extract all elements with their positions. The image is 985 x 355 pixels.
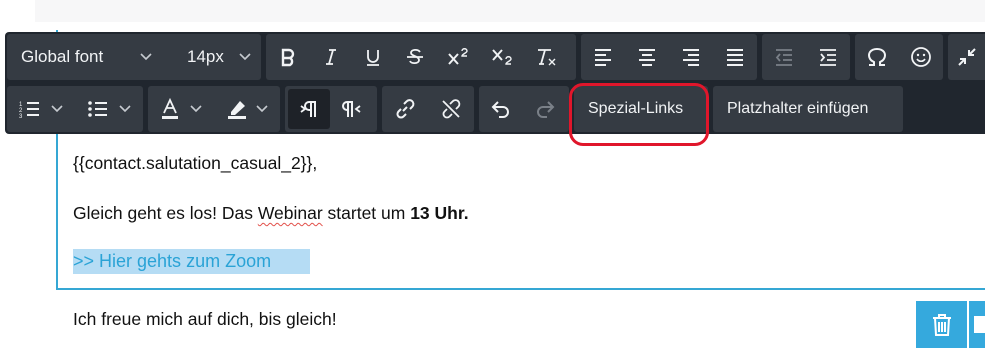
- ordered-list-button[interactable]: 123: [7, 86, 75, 132]
- start-time: 13 Uhr.: [410, 203, 469, 223]
- align-justify-button[interactable]: [713, 34, 757, 80]
- link-icon: [396, 99, 415, 119]
- subscript-icon: [492, 49, 512, 65]
- underline-icon: [367, 50, 379, 66]
- align-right-button[interactable]: [669, 34, 713, 80]
- closing-line: Ich freue mich auf dich, bis gleich!: [73, 309, 337, 329]
- indent-icon: [820, 49, 836, 66]
- collapse-button[interactable]: [948, 34, 985, 80]
- redo-icon: [537, 101, 555, 118]
- remove-link-button[interactable]: [428, 86, 474, 132]
- special-char-button[interactable]: [855, 34, 899, 80]
- align-center-icon: [639, 49, 655, 66]
- align-center-button[interactable]: [625, 34, 669, 80]
- ltr-button[interactable]: [288, 89, 330, 129]
- bullet-list-button[interactable]: [75, 86, 143, 132]
- delete-block-button[interactable]: [916, 301, 967, 348]
- clear-format-icon: [538, 49, 556, 66]
- superscript-icon: [448, 48, 468, 65]
- direction-group: [285, 86, 377, 132]
- align-right-icon: [683, 49, 699, 66]
- rtl-button[interactable]: [330, 86, 374, 132]
- text-color-button[interactable]: [148, 86, 214, 132]
- chevron-down-icon: [256, 104, 268, 114]
- insert-placeholder-button[interactable]: Platzhalter einfügen: [713, 86, 882, 132]
- editor-toolbar: Global font 14px 1 2 3 Spezial-Links Pla…: [5, 32, 985, 134]
- salutation-line: {{contact.salutation_casual_2}},: [73, 153, 318, 173]
- highlighter-icon: [228, 101, 246, 119]
- strikethrough-icon: [407, 48, 423, 65]
- font-size-select[interactable]: 14px: [167, 34, 259, 80]
- bold-button[interactable]: [266, 34, 310, 80]
- zoom-link[interactable]: >> Hier gehts zum Zoom: [73, 249, 310, 274]
- emoji-button[interactable]: [899, 34, 943, 80]
- superscript-button[interactable]: [436, 34, 480, 80]
- collapse-icon: [957, 48, 976, 66]
- list-group: 123: [7, 86, 143, 132]
- strikethrough-button[interactable]: [394, 34, 436, 80]
- subscript-button[interactable]: [480, 34, 524, 80]
- chevron-down-icon: [139, 52, 153, 62]
- placeholder-group: Platzhalter einfügen: [713, 86, 903, 132]
- insert-link-button[interactable]: [382, 86, 428, 132]
- undo-icon: [491, 101, 509, 118]
- highlight-annotation: [569, 83, 709, 146]
- font-family-value: Global font: [21, 47, 104, 66]
- clear-format-button[interactable]: [524, 34, 568, 80]
- history-group: [479, 86, 569, 132]
- align-justify-icon: [727, 49, 743, 66]
- align-left-button[interactable]: [581, 34, 625, 80]
- bullet-list-icon: [88, 101, 107, 117]
- unlink-icon: [442, 99, 461, 119]
- ordered-list-icon: 123: [19, 102, 39, 118]
- omega-icon: [868, 48, 886, 66]
- underline-button[interactable]: [352, 34, 394, 80]
- block-action-button[interactable]: [969, 301, 985, 348]
- color-group: [148, 86, 280, 132]
- insert-group: [855, 34, 943, 80]
- indent-group: [762, 34, 850, 80]
- outdent-button[interactable]: [762, 34, 806, 80]
- outdent-icon: [775, 49, 792, 66]
- highlight-color-button[interactable]: [214, 86, 280, 132]
- chevron-down-icon: [190, 104, 202, 114]
- fullscreen-group: [948, 34, 985, 80]
- redo-button[interactable]: [523, 86, 567, 132]
- paragraph-ltr-icon: [300, 101, 316, 117]
- align-left-icon: [595, 49, 611, 66]
- text-color-icon: [162, 98, 178, 119]
- chevron-down-icon: [51, 104, 63, 114]
- indent-button[interactable]: [806, 34, 850, 80]
- align-group: [581, 34, 757, 80]
- paragraph-rtl-icon: [342, 101, 361, 117]
- line-middle: startet um: [322, 203, 411, 223]
- font-size-value: 14px: [187, 47, 224, 66]
- spellcheck-word: Webinar: [257, 203, 323, 223]
- webinar-line: Gleich geht es los! Das Webinar startet …: [73, 203, 469, 224]
- font-family-select[interactable]: Global font: [7, 34, 167, 80]
- smiley-icon: [911, 47, 931, 67]
- undo-button[interactable]: [479, 86, 523, 132]
- font-group: Global font 14px: [7, 34, 261, 80]
- bold-icon: [281, 48, 295, 67]
- top-strip: [35, 0, 985, 22]
- italic-button[interactable]: [310, 34, 352, 80]
- chevron-down-icon: [119, 104, 131, 114]
- link-group: [382, 86, 474, 132]
- trash-icon: [932, 313, 951, 336]
- svg-text:3: 3: [19, 114, 23, 118]
- chevron-down-icon: [238, 52, 252, 62]
- format-group: [266, 34, 576, 80]
- italic-icon: [326, 49, 336, 65]
- line-prefix: Gleich geht es los! Das: [73, 203, 258, 223]
